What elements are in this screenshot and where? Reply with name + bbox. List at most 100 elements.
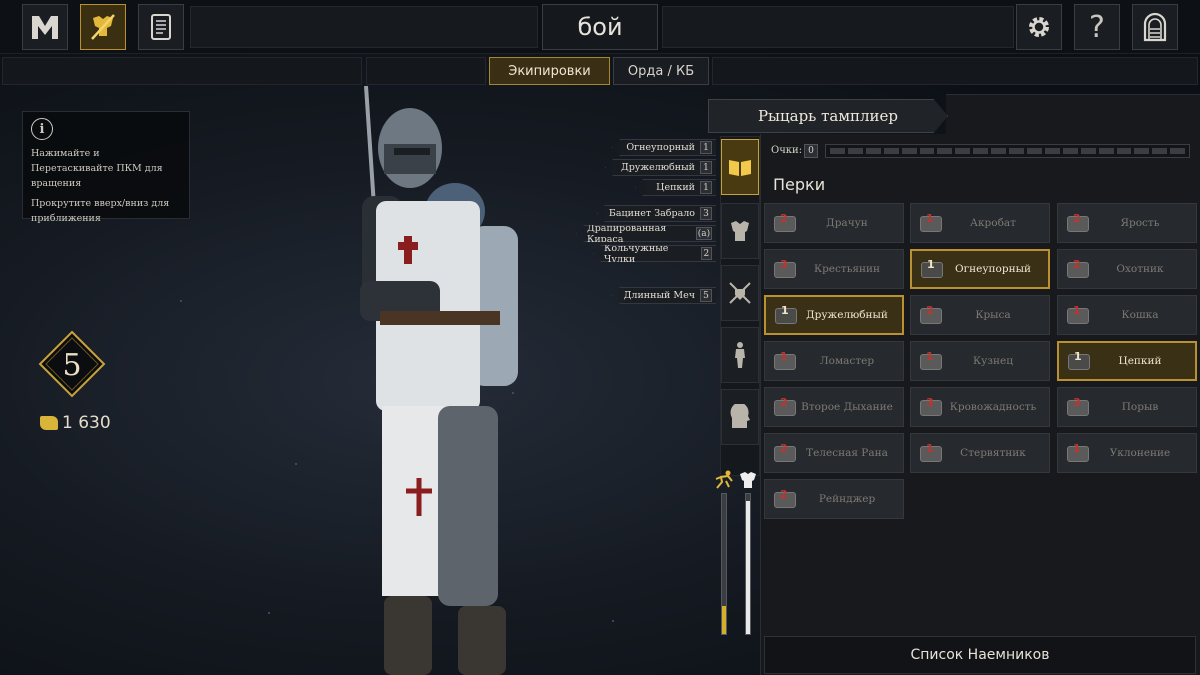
perk-name: Драчун	[826, 217, 868, 229]
notes-button[interactable]	[138, 4, 184, 50]
equipped-item[interactable]: Драпированная Кираса (a)	[576, 225, 716, 242]
perk-card[interactable]: 2 Второе Дыхание	[764, 387, 904, 427]
mercenaries-list-button[interactable]: Список Наемников	[764, 636, 1196, 674]
category-head[interactable]	[721, 389, 759, 445]
perk-name: Второе Дыхание	[801, 401, 893, 413]
perks-title: Перки	[773, 175, 826, 194]
perk-card[interactable]: 2 Крыса	[910, 295, 1050, 335]
perk-name: Огнеупорный	[955, 263, 1031, 275]
perk-card[interactable]: 2 Телесная Рана	[764, 433, 904, 473]
exit-button[interactable]	[1132, 4, 1178, 50]
perk-chest-icon: 3	[919, 395, 943, 419]
help-rotate-text: Нажимайте и Перетаскивайте ПКМ для враще…	[31, 148, 163, 189]
mode-title: бой	[542, 4, 658, 50]
equipped-item-cost: 1	[700, 161, 712, 174]
perk-name: Крыса	[975, 309, 1011, 321]
perk-card[interactable]: 1 Цепкий	[1057, 341, 1197, 381]
armor-sword-icon	[91, 14, 115, 40]
class-title[interactable]: Рыцарь тамплиер	[708, 99, 948, 133]
perk-cost: 2	[780, 212, 788, 225]
equipped-item-name: Цепкий	[656, 182, 695, 193]
perk-chest-icon: 2	[919, 303, 943, 327]
armor-weight-icon	[740, 472, 756, 488]
perk-name: Дружелюбный	[806, 309, 888, 321]
equipped-item[interactable]: Длинный Меч 5	[612, 287, 716, 304]
perk-cost: 1	[1074, 350, 1082, 363]
perk-name: Охотник	[1116, 263, 1164, 275]
perk-chest-icon: 2	[773, 211, 797, 235]
tab-slot	[2, 57, 362, 85]
perk-name: Цепкий	[1118, 355, 1162, 367]
tab-horde[interactable]: Орда / КБ	[613, 57, 709, 85]
perk-cost: 1	[781, 304, 789, 317]
equipped-item-name: Огнеупорный	[626, 142, 695, 153]
equipped-item-name: Драпированная Кираса	[587, 222, 667, 245]
perk-chest-icon: 3	[1066, 395, 1090, 419]
category-weapons[interactable]	[721, 265, 759, 321]
perk-cost: 1	[1073, 304, 1081, 317]
perk-card[interactable]: 3 Крестьянин	[764, 249, 904, 289]
perk-cost: 3	[926, 396, 934, 409]
speed-slider-fill	[722, 606, 726, 634]
perk-chest-icon: 1	[773, 349, 797, 373]
perk-chest-icon: 1	[919, 211, 943, 235]
perk-cost: 3	[780, 258, 788, 271]
character-model[interactable]	[320, 86, 560, 675]
gear-icon	[1029, 17, 1049, 37]
perk-chest-icon: 1	[1066, 441, 1090, 465]
equipped-item[interactable]: Бацинет Забрало 3	[597, 205, 716, 222]
perk-card[interactable]: 2 Драчун	[764, 203, 904, 243]
tab-equipment[interactable]: Экипировки	[489, 57, 610, 85]
tab-slot	[712, 57, 1198, 85]
perk-card[interactable]: 2 Охотник	[1057, 249, 1197, 289]
equipped-item[interactable]: Кольчужные Чулки 2	[593, 245, 716, 262]
perk-card[interactable]: 2 Рейнджер	[764, 479, 904, 519]
perk-name: Акробат	[970, 217, 1016, 229]
equipment-button[interactable]	[80, 4, 126, 50]
settings-button[interactable]	[1016, 4, 1062, 50]
perk-card[interactable]: 3 Кровожадность	[910, 387, 1050, 427]
perk-card[interactable]: 1 Стервятник	[910, 433, 1050, 473]
armor-icon	[731, 221, 749, 241]
points-label: Очки:	[771, 145, 803, 156]
perk-card[interactable]: 1 Ломастер	[764, 341, 904, 381]
category-body[interactable]	[721, 327, 759, 383]
perk-name: Ломастер	[819, 355, 875, 367]
category-perks[interactable]	[721, 139, 759, 195]
body-figure-icon	[735, 342, 745, 368]
armor-slider	[745, 493, 751, 635]
perk-card[interactable]: 1 Кузнец	[910, 341, 1050, 381]
top-bar-slot	[662, 6, 1014, 48]
perk-card[interactable]: 3 Порыв	[1057, 387, 1197, 427]
perk-chest-icon: 1	[919, 441, 943, 465]
perk-card[interactable]: 1 Кошка	[1057, 295, 1197, 335]
crossed-swords-shield-icon	[729, 282, 751, 304]
perk-chest-icon: 3	[773, 257, 797, 281]
equipped-item-cost: 2	[700, 247, 712, 260]
door-exit-icon	[1143, 12, 1167, 42]
category-armor[interactable]	[721, 203, 759, 259]
main-menu-button[interactable]	[22, 4, 68, 50]
perk-name: Кошка	[1121, 309, 1159, 321]
perk-card[interactable]: 2 Ярость	[1057, 203, 1197, 243]
info-icon: i	[31, 118, 53, 140]
perk-card[interactable]: 1 Акробат	[910, 203, 1050, 243]
perk-card[interactable]: 1 Дружелюбный	[764, 295, 904, 335]
perk-chest-icon: 1	[920, 257, 944, 281]
equipped-item[interactable]: Дружелюбный 1	[605, 159, 716, 176]
gold-display: 1 630	[40, 413, 111, 433]
head-icon	[730, 404, 750, 428]
perk-name: Телесная Рана	[806, 447, 888, 459]
equipped-item-name: Дружелюбный	[620, 162, 695, 173]
help-button[interactable]: ?	[1074, 4, 1120, 50]
equipped-item-name: Бацинет Забрало	[608, 208, 695, 219]
equipped-item-cost: (a)	[695, 227, 712, 240]
perk-name: Кровожадность	[949, 401, 1037, 413]
equipped-item[interactable]: Цепкий 1	[635, 179, 716, 196]
perk-cost: 1	[927, 258, 935, 271]
perk-card[interactable]: 1 Уклонение	[1057, 433, 1197, 473]
equipped-item[interactable]: Огнеупорный 1	[612, 139, 716, 156]
perk-chest-icon: 2	[1066, 257, 1090, 281]
armor-slider-fill	[746, 501, 750, 634]
perk-card[interactable]: 1 Огнеупорный	[910, 249, 1050, 289]
